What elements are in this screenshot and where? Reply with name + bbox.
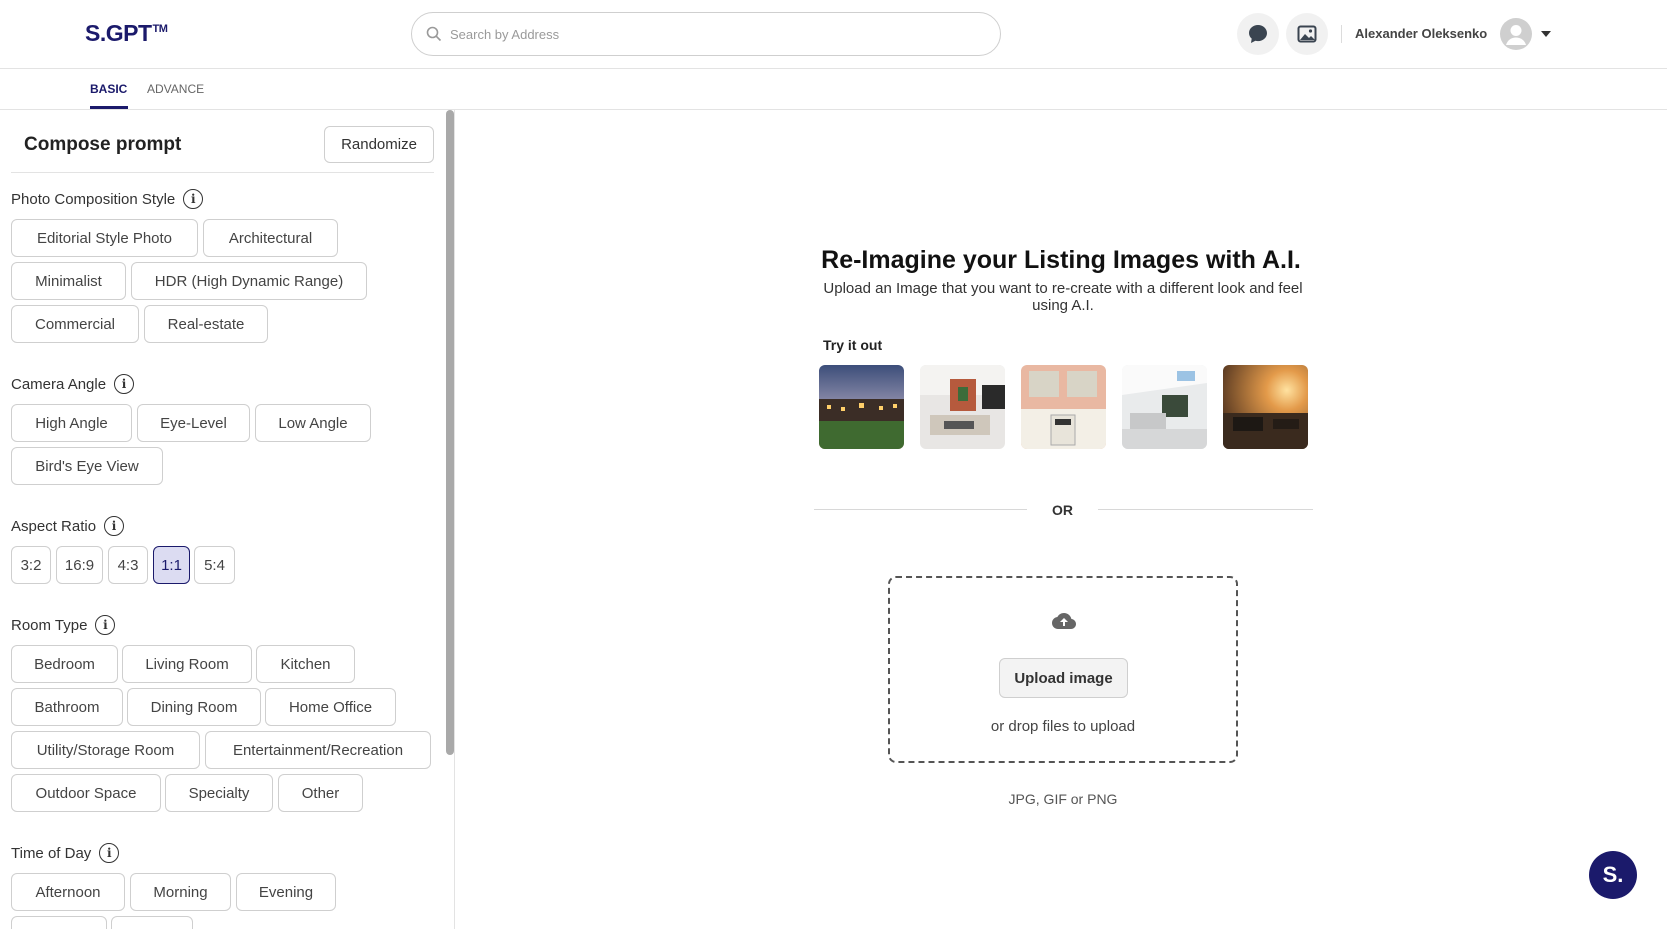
info-icon[interactable]: i	[95, 615, 116, 635]
upload-image-button[interactable]: Upload image	[999, 658, 1128, 698]
option-outdoor-space[interactable]: Outdoor Space	[11, 774, 161, 812]
or-divider-right	[1098, 509, 1313, 510]
try-it-out-label: Try it out	[823, 337, 883, 353]
mode-tabs: BASIC ADVANCE	[0, 69, 1667, 110]
chat-button[interactable]	[1237, 13, 1279, 55]
randomize-button[interactable]: Randomize	[324, 126, 434, 163]
user-menu-dropdown-icon[interactable]	[1541, 31, 1551, 37]
active-tab-indicator	[90, 106, 128, 109]
option-other[interactable]: Other	[278, 774, 363, 812]
option-dining-room[interactable]: Dining Room	[127, 688, 261, 726]
option-cutoff[interactable]	[111, 916, 193, 929]
sample-image-exterior-dusk[interactable]	[819, 365, 904, 449]
info-icon[interactable]: i	[183, 189, 204, 209]
search-input[interactable]	[450, 26, 970, 42]
option-commercial[interactable]: Commercial	[11, 305, 139, 343]
option-eye-level[interactable]: Eye-Level	[137, 404, 250, 442]
option-kitchen[interactable]: Kitchen	[256, 645, 355, 683]
header-divider	[1341, 25, 1342, 43]
search-bar[interactable]	[411, 12, 1001, 56]
option-bathroom[interactable]: Bathroom	[11, 688, 123, 726]
sample-image-open-interior[interactable]	[1122, 365, 1207, 449]
option-ratio-4-3[interactable]: 4:3	[108, 546, 148, 584]
tab-advance[interactable]: ADVANCE	[147, 82, 204, 96]
option-home-office[interactable]: Home Office	[265, 688, 396, 726]
sample-image-kitchen[interactable]	[1021, 365, 1106, 449]
or-label: OR	[1052, 502, 1073, 518]
room-type-label: Room Type i	[11, 615, 116, 635]
hero-subtitle: Upload an Image that you want to re-crea…	[823, 280, 1303, 314]
image-icon	[1297, 25, 1317, 43]
option-minimalist[interactable]: Minimalist	[11, 262, 126, 300]
option-ratio-5-4[interactable]: 5:4	[194, 546, 235, 584]
info-icon[interactable]: i	[99, 843, 120, 863]
time-of-day-label: Time of Day i	[11, 843, 120, 863]
user-name: Alexander Oleksenko	[1355, 26, 1488, 41]
option-morning[interactable]: Morning	[130, 873, 231, 911]
or-divider-left	[814, 509, 1027, 510]
app-logo[interactable]: S.GPTTM	[85, 20, 168, 47]
avatar[interactable]	[1500, 18, 1532, 50]
drop-files-hint: or drop files to upload	[990, 718, 1136, 735]
prompt-sidebar: Compose prompt Randomize Photo Compositi…	[0, 110, 455, 929]
top-bar: S.GPTTM Alexander Oleksenko	[0, 0, 1667, 69]
composition-style-label: Photo Composition Style i	[11, 189, 204, 209]
option-low-angle[interactable]: Low Angle	[255, 404, 371, 442]
option-birds-eye-view[interactable]: Bird's Eye View	[11, 447, 163, 485]
option-ratio-3-2[interactable]: 3:2	[11, 546, 51, 584]
gallery-button[interactable]	[1286, 13, 1328, 55]
option-utility-storage-room[interactable]: Utility/Storage Room	[11, 731, 200, 769]
option-living-room[interactable]: Living Room	[122, 645, 252, 683]
option-editorial-style-photo[interactable]: Editorial Style Photo	[11, 219, 198, 257]
sample-image-patio-sunset[interactable]	[1223, 365, 1308, 449]
option-cutoff[interactable]	[11, 916, 107, 929]
tab-basic[interactable]: BASIC	[90, 82, 127, 96]
compose-prompt-title: Compose prompt	[24, 134, 182, 155]
option-afternoon[interactable]: Afternoon	[11, 873, 125, 911]
info-icon[interactable]: i	[104, 516, 125, 536]
camera-angle-label: Camera Angle i	[11, 374, 135, 394]
cloud-upload-icon	[1052, 613, 1076, 629]
hero-title: Re-Imagine your Listing Images with A.I.	[821, 246, 1301, 274]
assistant-chat-button[interactable]: S.	[1589, 851, 1637, 899]
info-icon[interactable]: i	[114, 374, 135, 394]
aspect-ratio-label: Aspect Ratio i	[11, 516, 125, 536]
sample-image-living-room[interactable]	[920, 365, 1005, 449]
option-ratio-16-9[interactable]: 16:9	[56, 546, 103, 584]
option-specialty[interactable]: Specialty	[165, 774, 273, 812]
option-hdr[interactable]: HDR (High Dynamic Range)	[131, 262, 367, 300]
chat-icon	[1249, 25, 1267, 43]
option-entertainment-recreation[interactable]: Entertainment/Recreation	[205, 731, 431, 769]
option-evening[interactable]: Evening	[236, 873, 336, 911]
sidebar-scrollbar[interactable]	[444, 110, 454, 929]
scroll-thumb[interactable]	[446, 110, 454, 755]
supported-formats: JPG, GIF or PNG	[1008, 791, 1118, 807]
option-ratio-1-1[interactable]: 1:1	[153, 546, 190, 584]
user-avatar-icon	[1506, 25, 1526, 45]
option-bedroom[interactable]: Bedroom	[11, 645, 118, 683]
option-architectural[interactable]: Architectural	[203, 219, 338, 257]
option-high-angle[interactable]: High Angle	[11, 404, 132, 442]
search-icon	[426, 26, 442, 42]
compose-divider	[11, 172, 434, 173]
option-real-estate[interactable]: Real-estate	[144, 305, 268, 343]
